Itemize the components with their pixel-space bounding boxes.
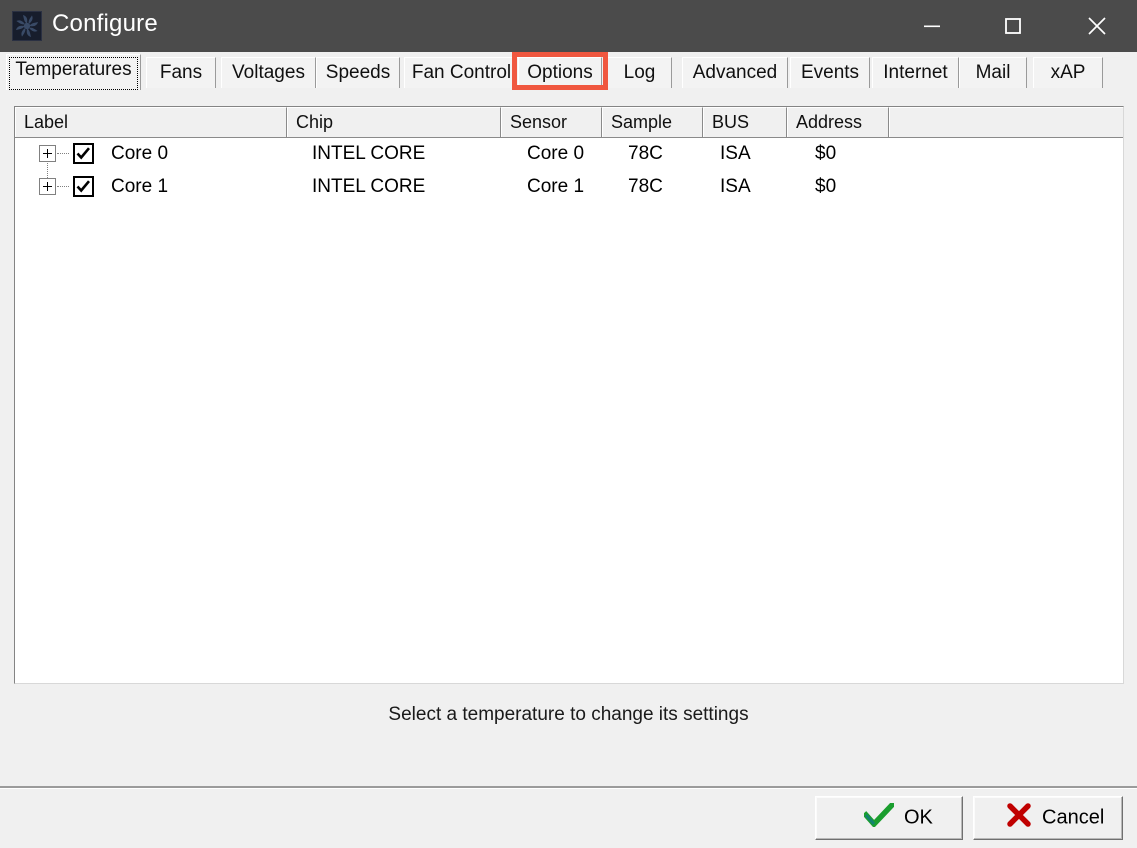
tab-label: Fan Control: [411, 62, 512, 83]
cell-bus: ISA: [720, 143, 751, 164]
tab-label: Advanced: [692, 62, 778, 83]
tab-fans[interactable]: Fans: [146, 57, 216, 88]
cell-bus: ISA: [720, 176, 751, 197]
tab-label: Mail: [975, 62, 1011, 83]
tab-label: Speeds: [325, 62, 391, 83]
tab-xap[interactable]: xAP: [1033, 57, 1103, 88]
cell-label: Core 1: [111, 176, 169, 197]
dialog-button-bar: OK Cancel: [0, 786, 1137, 848]
table-row[interactable]: Core 1 INTEL CORE Core 1 78C ISA $0: [15, 171, 1123, 204]
title-bar: Configure: [0, 0, 1137, 52]
minimize-button[interactable]: [905, 0, 959, 52]
tab-voltages[interactable]: Voltages: [221, 57, 316, 88]
cell-sample: 78C: [628, 176, 663, 197]
column-header-chip[interactable]: Chip: [287, 107, 501, 137]
tab-speeds[interactable]: Speeds: [316, 57, 400, 88]
ok-button-label: OK: [904, 806, 933, 829]
column-header-sensor[interactable]: Sensor: [501, 107, 602, 137]
list-header-row: Label Chip Sensor Sample BUS Address: [15, 107, 1123, 138]
temperatures-list[interactable]: Label Chip Sensor Sample BUS Address Cor: [14, 106, 1124, 684]
expand-icon[interactable]: [39, 178, 56, 195]
tab-internet[interactable]: Internet: [872, 57, 959, 88]
table-row[interactable]: Core 0 INTEL CORE Core 0 78C ISA $0: [15, 138, 1123, 171]
column-header-sample[interactable]: Sample: [602, 107, 703, 137]
tab-content-panel: Label Chip Sensor Sample BUS Address Cor: [0, 90, 1137, 786]
tab-mail[interactable]: Mail: [959, 57, 1027, 88]
tab-advanced[interactable]: Advanced: [682, 57, 788, 88]
tree-connector-icon: [57, 186, 69, 188]
tab-strip: Temperatures Fans Voltages Speeds Fan Co…: [0, 52, 1137, 90]
tab-label: Log: [623, 62, 656, 83]
cell-sensor: Core 0: [527, 143, 585, 164]
cell-label: Core 0: [111, 143, 169, 164]
tree-connector-icon: [57, 153, 69, 155]
maximize-button[interactable]: [986, 0, 1040, 52]
window-title: Configure: [52, 10, 158, 37]
list-body: Core 0 INTEL CORE Core 0 78C ISA $0 Core…: [15, 138, 1123, 683]
red-x-icon: [1006, 803, 1032, 833]
column-header-label[interactable]: Label: [15, 107, 287, 137]
column-header-filler: [889, 107, 1123, 137]
cancel-button-label: Cancel: [1042, 806, 1105, 829]
tab-label: Events: [800, 62, 860, 83]
cell-address: $0: [815, 176, 837, 197]
tab-options[interactable]: Options: [518, 57, 602, 88]
expand-icon[interactable]: [39, 145, 56, 162]
configure-dialog: Configure Temperatures Fans Voltages Spe…: [0, 0, 1137, 848]
tab-events[interactable]: Events: [790, 57, 870, 88]
cancel-button[interactable]: Cancel: [973, 796, 1123, 840]
status-message: Select a temperature to change its setti…: [388, 704, 749, 725]
column-header-address[interactable]: Address: [787, 107, 889, 137]
cell-address: $0: [815, 143, 837, 164]
tab-label: Voltages: [232, 62, 305, 83]
tab-temperatures[interactable]: Temperatures: [6, 54, 141, 90]
tab-label: xAP: [1050, 62, 1086, 83]
column-header-bus[interactable]: BUS: [703, 107, 787, 137]
tab-label: Internet: [883, 62, 948, 83]
row-checkbox[interactable]: [73, 143, 94, 164]
close-button[interactable]: [1070, 0, 1124, 52]
fan-icon: [12, 11, 42, 41]
tab-log[interactable]: Log: [607, 57, 672, 88]
tab-label: Temperatures: [15, 59, 132, 80]
tab-label: Options: [527, 62, 593, 83]
ok-button[interactable]: OK: [815, 796, 963, 840]
cell-chip: INTEL CORE: [312, 176, 426, 197]
cell-sample: 78C: [628, 143, 663, 164]
tab-fan-control[interactable]: Fan Control: [404, 57, 518, 88]
cell-chip: INTEL CORE: [312, 143, 426, 164]
green-check-icon: [862, 801, 896, 833]
tab-label: Fans: [159, 62, 203, 83]
cell-sensor: Core 1: [527, 176, 585, 197]
row-checkbox[interactable]: [73, 176, 94, 197]
separator: [0, 786, 1137, 789]
